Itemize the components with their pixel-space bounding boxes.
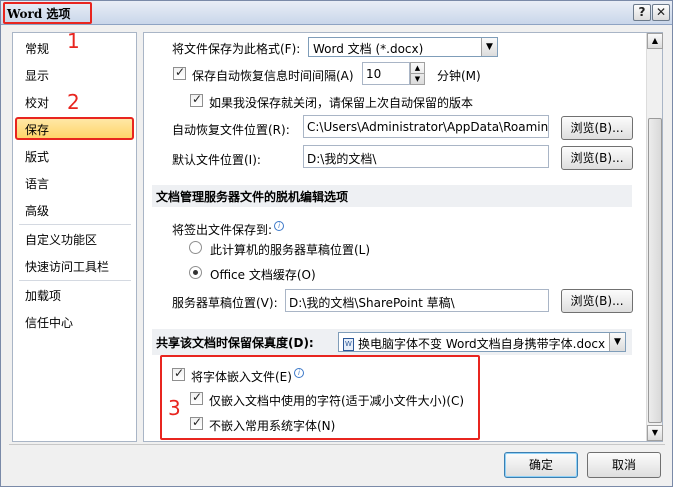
vertical-scrollbar[interactable]: ▲ ▼: [646, 33, 663, 441]
scroll-down-icon[interactable]: ▼: [647, 425, 663, 441]
browse-autorecover-button[interactable]: 浏览(B)...: [561, 116, 633, 140]
radio-office-cache-label: Office 文档缓存(O): [210, 268, 316, 282]
sidebar-divider: [19, 224, 131, 225]
browse-default-button[interactable]: 浏览(B)...: [561, 146, 633, 170]
save-format-value: Word 文档 (*.docx): [313, 42, 424, 56]
sidebar-item-customize-ribbon[interactable]: 自定义功能区: [25, 231, 97, 248]
sidebar-item-display[interactable]: 显示: [25, 67, 49, 84]
radio-dot-icon: [193, 270, 198, 275]
annotation-number-3: 3: [168, 396, 181, 420]
radio-server-drafts-label: 此计算机的服务器草稿位置(L): [210, 243, 371, 257]
radio-office-cache[interactable]: [189, 266, 202, 279]
autorecover-checkbox[interactable]: ✓: [173, 65, 186, 80]
checkmark-icon: ✓: [192, 92, 203, 106]
sidebar-item-save[interactable]: 保存: [25, 121, 49, 138]
scrollbar-thumb[interactable]: [648, 118, 662, 423]
minutes-label: 分钟(M): [437, 69, 481, 83]
autorecover-label: 保存自动恢复信息时间间隔(A): [192, 69, 354, 83]
spin-up-icon[interactable]: ▲: [411, 63, 424, 74]
sidebar-item-language[interactable]: 语言: [25, 175, 49, 192]
keep-last-version-checkbox[interactable]: ✓: [190, 92, 203, 107]
chevron-down-icon: ▼: [609, 333, 625, 351]
close-button[interactable]: ✕: [652, 4, 670, 21]
help-button[interactable]: ?: [633, 4, 651, 21]
sidebar-item-proofing[interactable]: 校对: [25, 94, 49, 111]
ok-button[interactable]: 确定: [504, 452, 578, 478]
chevron-down-icon: ▼: [481, 38, 497, 56]
fidelity-document-value: 换电脑字体不变 Word文档自身携带字体.docx: [358, 337, 606, 351]
fidelity-label: 共享该文档时保留保真度(D):: [156, 336, 314, 350]
footer-divider: [9, 444, 665, 445]
sidebar-divider: [19, 280, 131, 281]
sidebar-item-quick-access-toolbar[interactable]: 快速访问工具栏: [25, 258, 109, 275]
scroll-up-icon[interactable]: ▲: [647, 33, 663, 49]
embed-fonts-annotation-box: [160, 355, 480, 440]
autorecover-path-label: 自动恢复文件位置(R):: [172, 123, 290, 137]
autorecover-path-input[interactable]: C:\Users\Administrator\AppData\Roaming: [303, 115, 549, 138]
radio-server-drafts[interactable]: [189, 241, 202, 254]
keep-last-version-label: 如果我没保存就关闭，请保留上次自动保留的版本: [209, 96, 474, 110]
word-options-dialog: Word 选项 ? ✕ 常规 显示 校对 保存 版式 语言 高级 自定义功能区 …: [0, 0, 673, 487]
default-path-input[interactable]: D:\我的文档\: [303, 145, 549, 168]
default-path-label: 默认文件位置(I):: [172, 153, 261, 167]
sidebar-item-addins[interactable]: 加载项: [25, 287, 61, 304]
sidebar-item-layout[interactable]: 版式: [25, 148, 49, 165]
autorecover-spinner[interactable]: ▲ ▼: [410, 62, 425, 85]
checkout-label-text: 将签出文件保存到:: [172, 223, 273, 237]
sidebar-item-general[interactable]: 常规: [25, 40, 49, 57]
word-document-icon: W: [343, 338, 354, 351]
drafts-path-input[interactable]: D:\我的文档\SharePoint 草稿\: [285, 289, 549, 312]
drafts-path-label: 服务器草稿位置(V):: [172, 296, 278, 310]
sidebar-item-advanced[interactable]: 高级: [25, 202, 49, 219]
checkmark-icon: ✓: [175, 65, 186, 79]
sidebar-item-trust-center[interactable]: 信任中心: [25, 314, 73, 331]
save-format-label: 将文件保存为此格式(F):: [172, 42, 301, 56]
fidelity-document-dropdown[interactable]: W 换电脑字体不变 Word文档自身携带字体.docx ▼: [338, 332, 626, 352]
info-icon: i: [274, 221, 285, 231]
offline-section-header: 文档管理服务器文件的脱机编辑选项: [152, 185, 632, 207]
annotation-number-1: 1: [67, 29, 80, 53]
autorecover-minutes-input[interactable]: 10: [362, 62, 410, 85]
title-bar: Word 选项 ? ✕: [1, 1, 672, 25]
annotation-number-2: 2: [67, 90, 80, 114]
save-format-dropdown[interactable]: Word 文档 (*.docx) ▼: [308, 37, 498, 57]
cancel-button[interactable]: 取消: [587, 452, 661, 478]
checkout-label: 将签出文件保存到: i: [172, 221, 285, 238]
spin-down-icon[interactable]: ▼: [411, 74, 424, 85]
title-annotation-box: [3, 2, 92, 24]
browse-drafts-button[interactable]: 浏览(B)...: [561, 289, 633, 313]
save-options-panel: 将文件保存为此格式(F): Word 文档 (*.docx) ▼ ✓ 保存自动恢…: [143, 32, 663, 442]
